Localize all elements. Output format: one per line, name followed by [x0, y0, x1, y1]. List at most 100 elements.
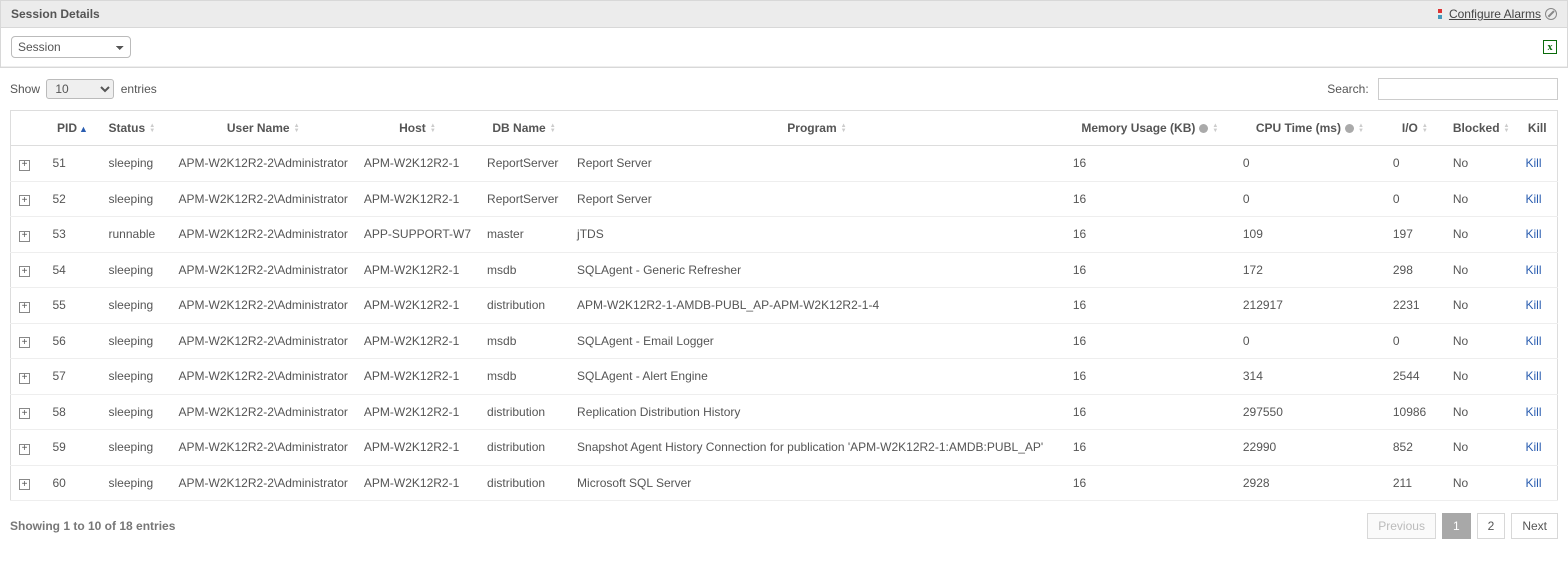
search-label: Search: [1327, 82, 1368, 96]
cell-status: sleeping [101, 465, 171, 501]
cell-mem: 16 [1065, 181, 1235, 217]
show-label: Show [10, 82, 40, 96]
col-pid[interactable]: PID▲ [45, 111, 101, 146]
cell-host: APP-SUPPORT-W7 [356, 217, 479, 253]
col-status[interactable]: Status▲▼ [101, 111, 171, 146]
cell-cpu: 212917 [1235, 288, 1385, 324]
cell-program: Report Server [569, 146, 1065, 182]
cell-host: APM-W2K12R2-1 [356, 252, 479, 288]
cell-cpu: 297550 [1235, 394, 1385, 430]
kill-link[interactable]: Kill [1526, 440, 1542, 454]
cell-user: APM-W2K12R2-2\Administrator [171, 430, 356, 466]
col-kill: Kill [1518, 111, 1558, 146]
col-mem[interactable]: Memory Usage (KB)▲▼ [1065, 111, 1235, 146]
cell-status: sleeping [101, 181, 171, 217]
expand-icon[interactable]: + [19, 408, 30, 419]
session-select[interactable]: Session [11, 36, 131, 58]
deny-icon[interactable] [1545, 8, 1557, 20]
cell-program: Snapshot Agent History Connection for pu… [569, 430, 1065, 466]
search-control: Search: [1327, 78, 1558, 100]
cell-blocked: No [1445, 288, 1518, 324]
col-io[interactable]: I/O▲▼ [1385, 111, 1445, 146]
kill-link[interactable]: Kill [1526, 263, 1542, 277]
sort-icon: ▲▼ [1422, 124, 1428, 134]
configure-alarms-link[interactable]: Configure Alarms [1449, 7, 1541, 21]
cell-program: Microsoft SQL Server [569, 465, 1065, 501]
prev-button[interactable]: Previous [1367, 513, 1436, 539]
expand-icon[interactable]: + [19, 302, 30, 313]
expand-icon[interactable]: + [19, 479, 30, 490]
kill-link[interactable]: Kill [1526, 405, 1542, 419]
cell-mem: 16 [1065, 252, 1235, 288]
page-2-button[interactable]: 2 [1477, 513, 1506, 539]
sort-icon: ▲▼ [841, 124, 847, 134]
cell-io: 298 [1385, 252, 1445, 288]
cell-pid: 54 [45, 252, 101, 288]
cell-io: 0 [1385, 181, 1445, 217]
expand-icon[interactable]: + [19, 444, 30, 455]
cell-mem: 16 [1065, 217, 1235, 253]
cell-user: APM-W2K12R2-2\Administrator [171, 359, 356, 395]
cell-io: 0 [1385, 146, 1445, 182]
cell-pid: 52 [45, 181, 101, 217]
cell-pid: 59 [45, 430, 101, 466]
cell-program: SQLAgent - Alert Engine [569, 359, 1065, 395]
kill-link[interactable]: Kill [1526, 334, 1542, 348]
cell-pid: 56 [45, 323, 101, 359]
table-info: Showing 1 to 10 of 18 entries [10, 519, 175, 533]
cell-pid: 60 [45, 465, 101, 501]
col-db[interactable]: DB Name▲▼ [479, 111, 569, 146]
expand-icon[interactable]: + [19, 373, 30, 384]
entries-label: entries [121, 82, 157, 96]
kill-link[interactable]: Kill [1526, 156, 1542, 170]
cell-host: APM-W2K12R2-1 [356, 465, 479, 501]
cell-blocked: No [1445, 181, 1518, 217]
cell-cpu: 172 [1235, 252, 1385, 288]
entries-select[interactable]: 10 [46, 79, 114, 99]
col-blocked[interactable]: Blocked▲▼ [1445, 111, 1518, 146]
col-program[interactable]: Program▲▼ [569, 111, 1065, 146]
page-1-button[interactable]: 1 [1442, 513, 1471, 539]
cell-io: 2544 [1385, 359, 1445, 395]
kill-link[interactable]: Kill [1526, 298, 1542, 312]
search-input[interactable] [1378, 78, 1558, 100]
col-user[interactable]: User Name▲▼ [171, 111, 356, 146]
col-host[interactable]: Host▲▼ [356, 111, 479, 146]
cell-pid: 57 [45, 359, 101, 395]
cell-program: APM-W2K12R2-1-AMDB-PUBL_AP-APM-W2K12R2-1… [569, 288, 1065, 324]
cell-pid: 53 [45, 217, 101, 253]
cell-host: APM-W2K12R2-1 [356, 394, 479, 430]
cell-host: APM-W2K12R2-1 [356, 288, 479, 324]
cell-blocked: No [1445, 217, 1518, 253]
export-excel-icon[interactable]: x [1543, 40, 1557, 54]
cell-host: APM-W2K12R2-1 [356, 146, 479, 182]
cell-user: APM-W2K12R2-2\Administrator [171, 323, 356, 359]
sort-icon: ▲▼ [294, 124, 300, 134]
cell-cpu: 0 [1235, 323, 1385, 359]
cell-program: Replication Distribution History [569, 394, 1065, 430]
cell-blocked: No [1445, 430, 1518, 466]
table-row: +57sleepingAPM-W2K12R2-2\AdministratorAP… [11, 359, 1558, 395]
next-button[interactable]: Next [1511, 513, 1558, 539]
expand-icon[interactable]: + [19, 266, 30, 277]
cell-db: distribution [479, 430, 569, 466]
cell-status: sleeping [101, 323, 171, 359]
kill-link[interactable]: Kill [1526, 369, 1542, 383]
table-row: +55sleepingAPM-W2K12R2-2\AdministratorAP… [11, 288, 1558, 324]
expand-icon[interactable]: + [19, 337, 30, 348]
table-row: +59sleepingAPM-W2K12R2-2\AdministratorAP… [11, 430, 1558, 466]
cell-cpu: 314 [1235, 359, 1385, 395]
col-cpu[interactable]: CPU Time (ms)▲▼ [1235, 111, 1385, 146]
kill-link[interactable]: Kill [1526, 476, 1542, 490]
kill-link[interactable]: Kill [1526, 192, 1542, 206]
cell-host: APM-W2K12R2-1 [356, 359, 479, 395]
cell-program: SQLAgent - Generic Refresher [569, 252, 1065, 288]
cell-status: sleeping [101, 394, 171, 430]
expand-icon[interactable]: + [19, 160, 30, 171]
table-row: +51sleepingAPM-W2K12R2-2\AdministratorAP… [11, 146, 1558, 182]
cell-mem: 16 [1065, 146, 1235, 182]
expand-icon[interactable]: + [19, 195, 30, 206]
kill-link[interactable]: Kill [1526, 227, 1542, 241]
expand-icon[interactable]: + [19, 231, 30, 242]
cell-status: runnable [101, 217, 171, 253]
